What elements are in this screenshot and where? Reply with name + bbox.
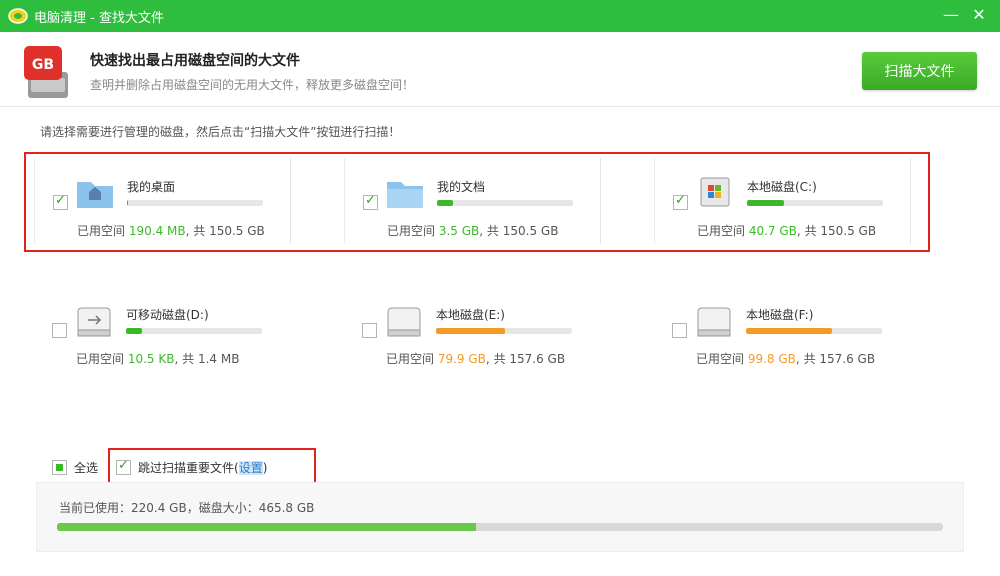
drive-usage-bar-fill	[746, 328, 832, 334]
total-space-value: 共 1.4 MB	[182, 352, 240, 366]
drive-usage-bar	[746, 328, 882, 334]
drive-usage-text: 已用空间 3.5 GB, 共 150.5 GB	[387, 224, 559, 238]
close-button[interactable]: ✕	[966, 4, 992, 26]
drive-usage-bar-fill	[126, 328, 143, 334]
drive-checkbox[interactable]	[52, 323, 67, 338]
drive-usage-bar-fill	[747, 200, 784, 206]
drive-name: 可移动磁盘(D:)	[126, 308, 209, 322]
used-space-value: 190.4 MB	[128, 224, 186, 238]
drive-usage-bar	[127, 200, 263, 206]
drive-checkbox[interactable]	[53, 193, 68, 210]
drive-item[interactable]: 我的桌面已用空间 190.4 MB, 共 150.5 GB	[34, 158, 291, 244]
disk-summary-panel: 当前已使用：220.4 GB，磁盘大小：465.8 GB	[36, 482, 964, 552]
minimize-button[interactable]: —	[938, 4, 964, 26]
disk-summary-bar-fill	[57, 523, 477, 531]
window-title: 电脑清理 - 查找大文件	[34, 10, 164, 26]
used-space-value: 3.5 GB	[438, 224, 480, 238]
drive-name: 我的文档	[437, 180, 486, 194]
drive-usage-bar	[126, 328, 262, 334]
drive-usage-bar-fill	[436, 328, 506, 334]
drive-checkbox[interactable]	[362, 323, 377, 338]
disk-summary-bar	[57, 523, 943, 531]
header: GB 快速找出最占用磁盘空间的大文件 查明并删除占用磁盘空间的无用大文件，释放更…	[0, 32, 1000, 107]
disk-summary-text: 当前已使用：220.4 GB，磁盘大小：465.8 GB	[59, 501, 315, 515]
drive-name: 本地磁盘(F:)	[746, 308, 814, 322]
drive-usage-text: 已用空间 40.7 GB, 共 150.5 GB	[697, 224, 877, 238]
drive-usage-text: 已用空间 10.5 KB, 共 1.4 MB	[76, 352, 240, 366]
total-space-value: 共 157.6 GB	[493, 352, 566, 366]
drive-usage-bar	[747, 200, 883, 206]
drive-usage-text: 已用空间 79.9 GB, 共 157.6 GB	[386, 352, 566, 366]
drive-checkbox[interactable]	[673, 193, 688, 210]
skip-important-files-label: 跳过扫描重要文件(设置)	[138, 461, 268, 475]
used-space-value: 79.9 GB	[437, 352, 486, 366]
drive-checkbox[interactable]	[363, 193, 378, 210]
drive-name: 我的桌面	[127, 180, 176, 194]
app-logo-icon	[8, 8, 28, 24]
scan-big-files-button[interactable]: 扫描大文件	[862, 52, 977, 90]
hard-drive-icon	[697, 307, 731, 337]
desktop-folder-icon	[77, 182, 113, 208]
total-space-value: 共 157.6 GB	[803, 352, 876, 366]
drive-usage-text: 已用空间 190.4 MB, 共 150.5 GB	[77, 224, 265, 238]
drive-item[interactable]: 我的文档已用空间 3.5 GB, 共 150.5 GB	[344, 158, 601, 244]
drive-checkbox[interactable]	[672, 323, 687, 338]
hard-drive-icon	[387, 307, 421, 337]
used-space-value: 99.8 GB	[747, 352, 796, 366]
drive-usage-bar-fill	[127, 200, 129, 206]
title-bar: 电脑清理 - 查找大文件 — ✕	[0, 0, 1000, 32]
drive-usage-bar-fill	[437, 200, 454, 206]
drive-item[interactable]: 可移动磁盘(D:) 已用空间 10.5 KB, 共 1.4 MB	[34, 286, 291, 372]
used-space-value: 10.5 KB	[127, 352, 175, 366]
select-all-checkbox[interactable]	[52, 460, 67, 475]
total-space-value: 共 150.5 GB	[193, 224, 265, 238]
total-space-value: 共 150.5 GB	[486, 224, 559, 238]
usb-drive-icon	[77, 307, 111, 337]
instruction-text: 请选择需要进行管理的磁盘，然后点击“扫描大文件”按钮进行扫描！	[40, 125, 401, 139]
drive-name: 本地磁盘(E:)	[436, 308, 505, 322]
drive-usage-bar	[436, 328, 572, 334]
drive-item[interactable]: 本地磁盘(F:) 已用空间 99.8 GB, 共 157.6 GB	[654, 286, 911, 372]
svg-text:GB: GB	[32, 57, 54, 73]
used-space-value: 40.7 GB	[748, 224, 797, 238]
big-file-gb-icon: GB	[24, 46, 68, 98]
drive-usage-bar	[437, 200, 573, 206]
select-all-label: 全选	[74, 461, 99, 475]
drive-item[interactable]: 本地磁盘(C:) 已用空间 40.7 GB, 共 150.5 GB	[654, 158, 911, 244]
documents-folder-icon	[387, 182, 423, 208]
drive-name: 本地磁盘(C:)	[747, 180, 817, 194]
page-title: 快速找出最占用磁盘空间的大文件	[90, 53, 300, 69]
skip-important-files-checkbox[interactable]	[116, 458, 131, 475]
settings-link[interactable]: 设置	[238, 461, 263, 475]
drive-usage-text: 已用空间 99.8 GB, 共 157.6 GB	[696, 352, 876, 366]
system-drive-icon	[700, 177, 730, 207]
total-space-value: 共 150.5 GB	[804, 224, 877, 238]
page-subtitle: 查明并删除占用磁盘空间的无用大文件，释放更多磁盘空间！	[90, 78, 415, 92]
drive-item[interactable]: 本地磁盘(E:) 已用空间 79.9 GB, 共 157.6 GB	[344, 286, 601, 372]
